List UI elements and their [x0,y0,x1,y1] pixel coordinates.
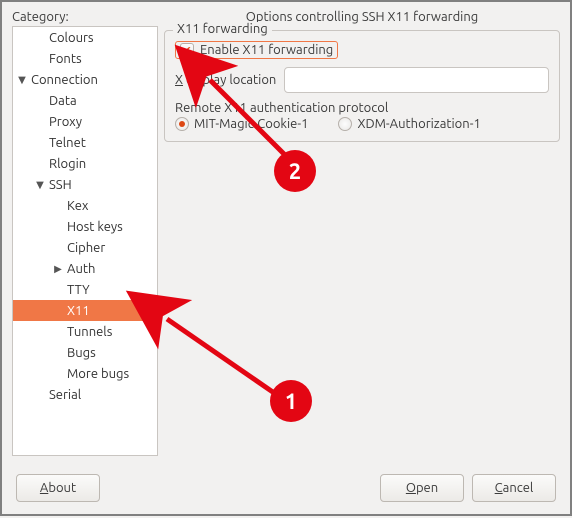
checkbox-label: Enable X11 forwarding [200,43,333,57]
tree-item-label: Cipher [67,241,105,255]
tree-item-label: Kex [67,199,89,213]
x-display-location-input[interactable] [284,67,549,93]
tree-item-more-bugs[interactable]: More bugs [13,363,157,384]
tree-item-label: Proxy [49,115,82,129]
tree-item-rlogin[interactable]: Rlogin [13,153,157,174]
tree-item-label: Tunnels [67,325,112,339]
radio-label: MIT-Magic-Cookie-1 [194,117,308,131]
tree-item-serial[interactable]: Serial [13,384,157,405]
category-tree[interactable]: ColoursFonts▼ConnectionDataProxyTelnetRl… [12,26,158,456]
tree-item-tty[interactable]: TTY [13,279,157,300]
tree-item-label: Telnet [49,136,86,150]
cancel-button[interactable]: Cancel [472,474,556,502]
tree-item-label: Colours [49,31,94,45]
tree-item-proxy[interactable]: Proxy [13,111,157,132]
tree-item-label: Bugs [67,346,96,360]
chevron-down-icon: ▼ [13,74,31,86]
bottom-button-bar: About Open Cancel [12,464,560,514]
tree-item-label: Fonts [49,52,82,66]
annotation-badge-1: 1 [270,380,312,422]
xdm-authorization-radio[interactable]: XDM-Authorization-1 [338,117,480,131]
auth-protocol-label: Remote X11 authentication protocol [175,101,549,115]
tree-item-telnet[interactable]: Telnet [13,132,157,153]
tree-item-label: Rlogin [49,157,86,171]
radio-dot-icon [338,117,352,131]
about-button[interactable]: About [16,474,100,502]
tree-item-tunnels[interactable]: Tunnels [13,321,157,342]
tree-item-host-keys[interactable]: Host keys [13,216,157,237]
mit-magic-cookie-radio[interactable]: MIT-Magic-Cookie-1 [175,117,308,131]
x-display-location-row: X display location [175,67,549,93]
enable-x11-forwarding-checkbox[interactable]: ✔ Enable X11 forwarding [175,41,338,59]
tree-item-label: X11 [67,304,90,318]
x-display-location-label: X display location [175,73,276,87]
tree-item-ssh[interactable]: ▼SSH [13,174,157,195]
tree-item-label: Connection [31,73,98,87]
tree-item-label: More bugs [67,367,129,381]
check-icon: ✔ [180,43,194,57]
tree-item-label: Auth [67,262,95,276]
tree-item-colours[interactable]: Colours [13,27,157,48]
category-label: Category: [12,10,158,24]
tree-item-bugs[interactable]: Bugs [13,342,157,363]
radio-label: XDM-Authorization-1 [357,117,480,131]
tree-item-cipher[interactable]: Cipher [13,237,157,258]
tree-item-fonts[interactable]: Fonts [13,48,157,69]
tree-item-label: Serial [49,388,81,402]
x11-forwarding-group: X11 forwarding ✔ Enable X11 forwarding X… [164,30,560,142]
tree-item-auth[interactable]: ▶Auth [13,258,157,279]
tree-item-label: SSH [49,178,72,192]
group-label: X11 forwarding [173,22,272,36]
tree-item-kex[interactable]: Kex [13,195,157,216]
annotation-badge-2: 2 [274,150,316,192]
radio-dot-icon [175,117,189,131]
tree-item-connection[interactable]: ▼Connection [13,69,157,90]
tree-item-x11[interactable]: X11 [13,300,157,321]
chevron-right-icon: ▶ [49,263,67,275]
auth-protocol-radios: MIT-Magic-Cookie-1 XDM-Authorization-1 [175,117,549,131]
open-button[interactable]: Open [380,474,464,502]
tree-item-label: Data [49,94,77,108]
tree-item-data[interactable]: Data [13,90,157,111]
chevron-down-icon: ▼ [31,179,49,191]
tree-item-label: Host keys [67,220,123,234]
tree-item-label: TTY [67,283,90,297]
